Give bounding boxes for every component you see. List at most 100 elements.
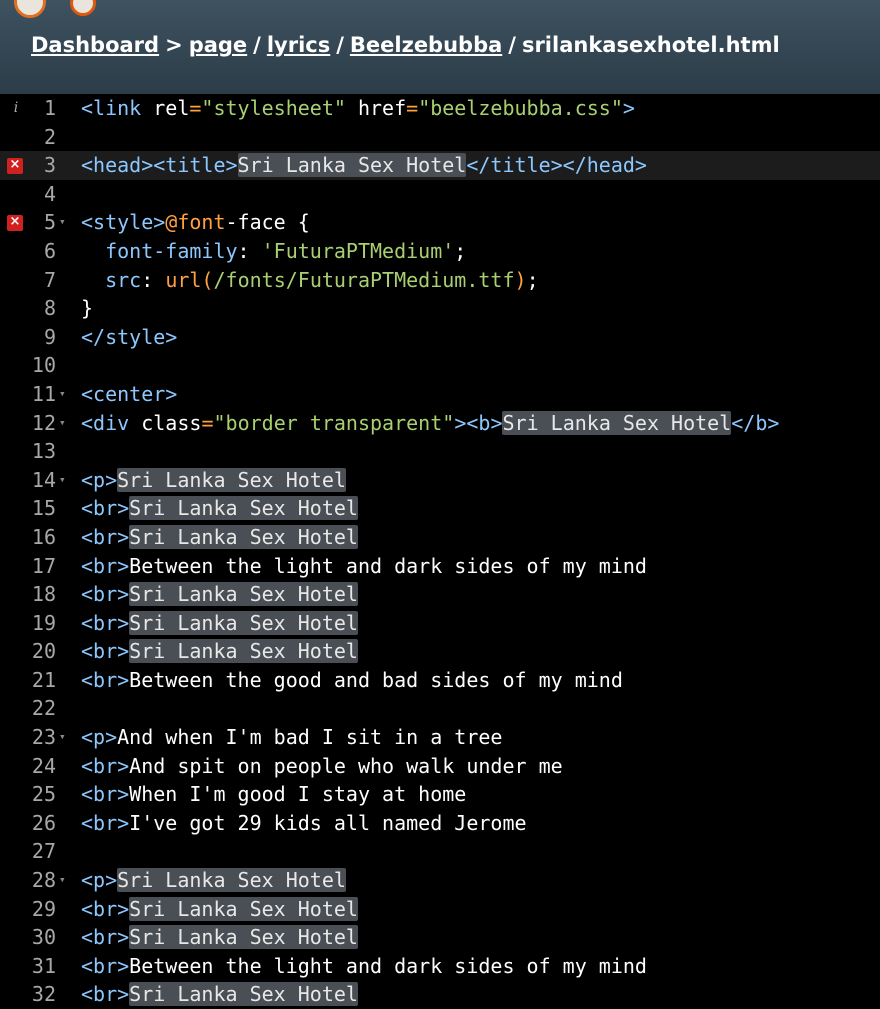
fold-toggle-icon[interactable]: ▾ [59,409,66,438]
search-match-highlight: Sri Lanka Sex Hotel [117,868,346,893]
code-line[interactable]: 22 [0,694,880,723]
fold-toggle-icon[interactable]: ▾ [59,866,66,895]
code-line[interactable]: 23 ▾ <p>And when I'm bad I sit in a tree [0,723,880,752]
code-token: </b> [731,410,780,435]
code-token: </title></head> [466,153,647,178]
line-number: 32 [31,982,56,1007]
line-number: 24 [31,753,56,778]
code-token: font-family [105,238,238,263]
app-logo-icon[interactable] [14,0,46,18]
code-text: font-family: 'FuturaPTMedium'; [81,237,466,266]
code-token: <br> [81,982,130,1007]
line-number: 11 [31,381,56,406]
code-line[interactable]: 28 ▾ <p>Sri Lanka Sex Hotel [0,866,880,895]
code-line[interactable]: 11 ▾ <center> [0,380,880,409]
error-icon[interactable]: × [7,158,23,175]
code-token: <br> [81,610,130,635]
code-text: <br>Sri Lanka Sex Hotel [81,580,358,609]
search-match-highlight: Sri Lanka Sex Hotel [502,410,732,435]
code-editor[interactable]: i 1 <link rel="stylesheet" href="beelzebub… [0,94,880,1009]
code-token: <br> [81,896,130,921]
code-line[interactable]: 12 ▾ <div class="border transparent"><b>Sr… [0,409,880,438]
fold-toggle-icon[interactable]: ▾ [59,723,66,752]
code-token: <style> [81,210,166,235]
search-match-highlight: Sri Lanka Sex Hotel [117,467,346,492]
line-number: 21 [31,667,56,692]
code-token: ) [514,267,527,292]
search-match-highlight: Sri Lanka Sex Hotel [129,496,358,521]
fold-toggle-icon[interactable]: ▾ [59,208,66,237]
breadcrumb-page[interactable]: page [189,33,247,57]
code-token: : [141,267,166,292]
code-token: <head><title> [81,153,238,178]
code-line[interactable]: 20 <br>Sri Lanka Sex Hotel [0,637,880,666]
code-line[interactable]: 8} [0,294,880,323]
code-text: <br>When I'm good I stay at home [81,780,466,809]
search-match-highlight: Sri Lanka Sex Hotel [129,524,358,549]
code-token: = [201,410,214,435]
code-line[interactable]: 10 [0,351,880,380]
code-line[interactable]: 27 [0,837,880,866]
search-match-highlight: Sri Lanka Sex Hotel [129,639,358,664]
breadcrumb-dashboard[interactable]: Dashboard [31,33,159,57]
line-number: 19 [31,610,56,635]
line-number: 22 [31,696,56,721]
code-line[interactable]: 21 <br>Between the good and bad sides of … [0,666,880,695]
code-token: <br> [81,925,130,950]
code-line[interactable]: 15 <br>Sri Lanka Sex Hotel [0,494,880,523]
code-text: <br>Sri Lanka Sex Hotel [81,523,358,552]
code-token: <br> [81,524,130,549]
line-number: 18 [31,582,56,607]
code-token: > [622,96,635,120]
search-match-highlight: Sri Lanka Sex Hotel [129,582,358,607]
breadcrumb-beelzebubba[interactable]: Beelzebubba [350,33,502,57]
code-token: <br> [81,496,130,521]
code-token: <center> [81,381,178,406]
code-line[interactable]: 17 <br>Between the light and dark sides o… [0,552,880,581]
code-line[interactable]: 26 <br>I've got 29 kids all named Jerome [0,809,880,838]
error-icon[interactable]: × [7,215,23,232]
line-number: 30 [31,925,56,950]
search-match-highlight: Sri Lanka Sex Hotel [237,153,467,178]
code-line[interactable]: 25 <br>When I'm good I stay at home [0,780,880,809]
code-text: <head><title>Sri Lanka Sex Hotel</title>… [81,151,647,180]
code-line[interactable]: 18 <br>Sri Lanka Sex Hotel [0,580,880,609]
code-line[interactable]: 13 [0,437,880,466]
fold-toggle-icon[interactable]: ▾ [59,380,66,409]
code-token: rel [153,96,190,120]
code-token: <p> [81,868,118,893]
code-text: <div class="border transparent"><b>Sri L… [81,409,779,438]
fold-toggle-icon[interactable]: ▾ [59,466,66,495]
code-text: </style> [81,323,177,352]
code-token: <p> [81,467,118,492]
line-number: 3 [43,153,56,178]
code-text: <br>Sri Lanka Sex Hotel [81,980,358,1009]
code-line[interactable]: 30 <br>Sri Lanka Sex Hotel [0,923,880,952]
code-line[interactable]: 6 font-family: 'FuturaPTMedium'; [0,237,880,266]
code-line[interactable]: 16 <br>Sri Lanka Sex Hotel [0,523,880,552]
code-token: <br> [81,582,130,607]
code-line[interactable]: × 5 ▾ <style>@font-face { [0,208,880,237]
code-token: <br> [81,753,130,778]
code-line[interactable]: 2 [0,123,880,152]
code-line[interactable]: 24 <br>And spit on people who walk under … [0,752,880,781]
code-line[interactable]: × 3 <head><title>Sri Lanka Sex Hotel</titl… [0,151,880,180]
code-line[interactable]: 4 [0,180,880,209]
code-line[interactable]: 32 <br>Sri Lanka Sex Hotel [0,980,880,1009]
code-token: > [454,410,467,435]
code-line[interactable]: 7 src: url(/fonts/FuturaPTMedium.ttf); [0,266,880,295]
code-text: <br>Sri Lanka Sex Hotel [81,923,358,952]
code-line[interactable]: i 1 <link rel="stylesheet" href="beelzebub… [0,94,880,123]
code-line[interactable]: 31 <br>Between the light and dark sides o… [0,952,880,981]
code-line[interactable]: 29 <br>Sri Lanka Sex Hotel [0,895,880,924]
code-line[interactable]: 9 </style> [0,323,880,352]
breadcrumb-lyrics[interactable]: lyrics [267,33,330,57]
code-text: <br>Sri Lanka Sex Hotel [81,895,358,924]
code-line[interactable]: 19 <br>Sri Lanka Sex Hotel [0,609,880,638]
app-secondary-icon[interactable] [70,0,96,16]
line-number: 7 [43,267,56,292]
code-line[interactable]: 14 ▾ <p>Sri Lanka Sex Hotel [0,466,880,495]
code-text: <p>Sri Lanka Sex Hotel [81,466,346,495]
line-number: 9 [43,324,56,349]
